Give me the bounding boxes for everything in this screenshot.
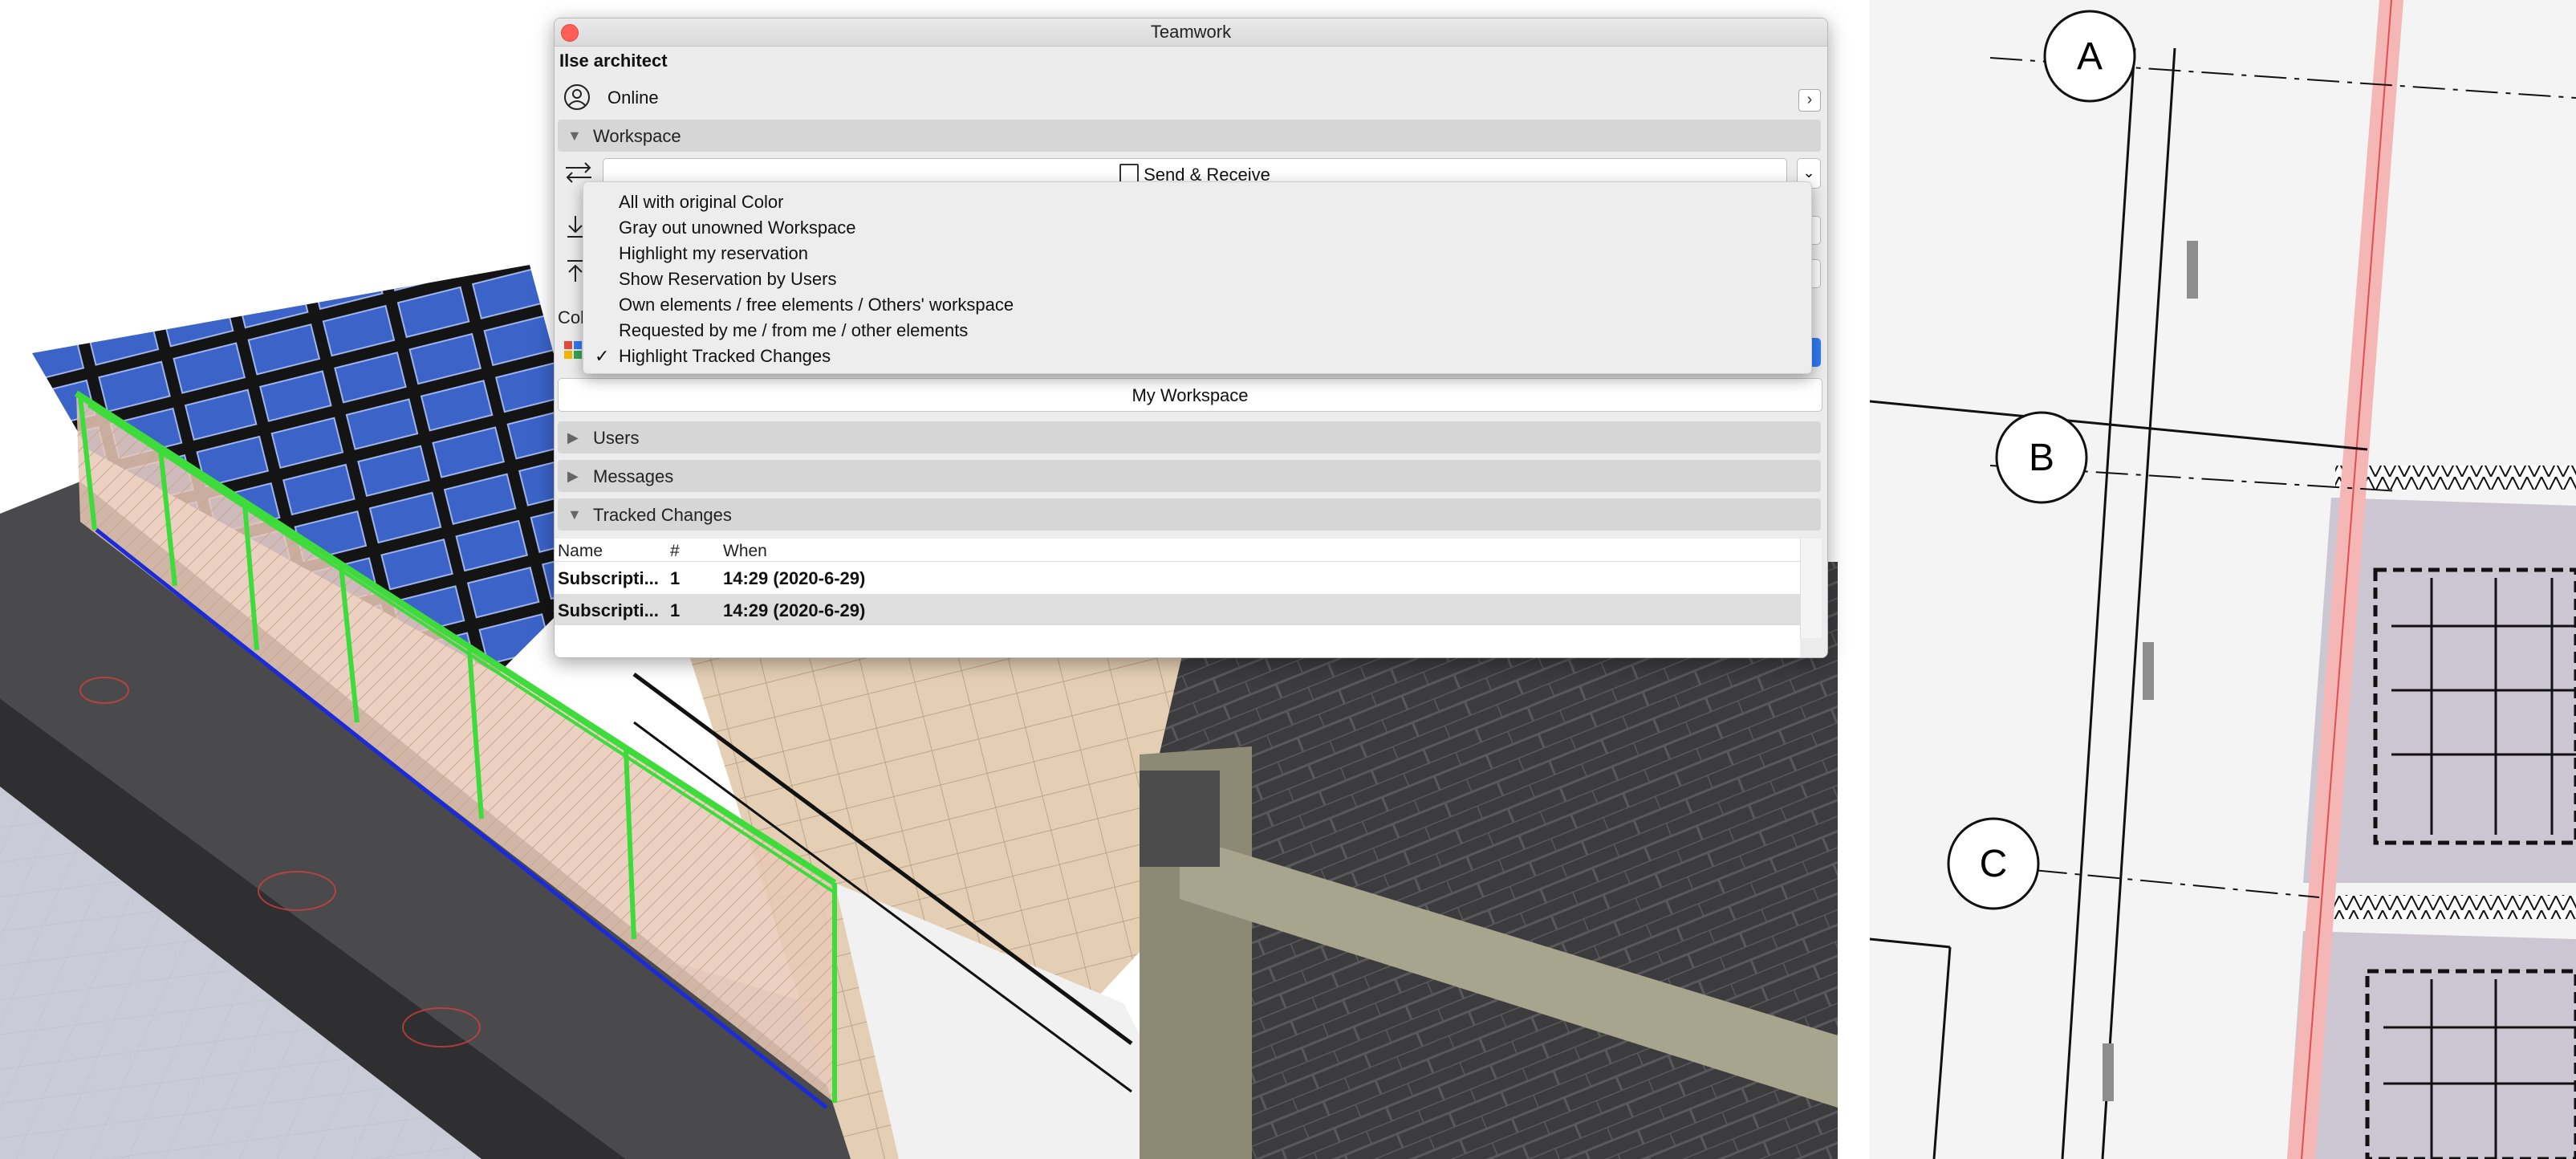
status-chevron-right-icon[interactable]: › <box>1798 89 1821 112</box>
display-options-menu: All with original Color Gray out unowned… <box>583 181 1812 374</box>
table-row[interactable]: Subscripti... 1 14:29 (2020-6-29) <box>555 594 1800 626</box>
title-bar[interactable]: Teamwork <box>555 18 1827 47</box>
section-tracked-changes-label: Tracked Changes <box>593 505 732 525</box>
save-disk-icon <box>1119 164 1140 183</box>
grid-bubble-c: C <box>1947 817 2040 910</box>
table-row[interactable]: Subscripti... 1 14:29 (2020-6-29) <box>555 562 1800 594</box>
section-messages[interactable]: ▶ Messages <box>558 460 1821 492</box>
menu-item-requested[interactable]: Requested by me / from me / other elemen… <box>583 317 1811 343</box>
color-label: Col <box>558 307 585 327</box>
menu-item-own-free-others[interactable]: Own elements / free elements / Others' w… <box>583 291 1811 317</box>
status-row: Online › <box>555 79 1827 116</box>
my-workspace-button[interactable]: My Workspace <box>558 378 1822 412</box>
view-divider <box>1838 0 1870 1159</box>
floor-plan-viewport[interactable]: A B C <box>1870 0 2576 1159</box>
my-workspace-label: My Workspace <box>1132 385 1249 405</box>
section-users-label: Users <box>593 428 640 448</box>
table-empty-area <box>555 625 1800 657</box>
disclosure-closed-icon[interactable]: ▶ <box>567 429 579 446</box>
grid-bubble-b: B <box>1995 411 2088 504</box>
svg-text:C: C <box>1980 843 2008 885</box>
menu-item-all-original-color[interactable]: All with original Color <box>583 189 1811 214</box>
column-name[interactable]: Name <box>558 542 603 561</box>
user-name: Ilse architect <box>559 51 668 71</box>
menu-item-gray-out-unowned[interactable]: Gray out unowned Workspace <box>583 214 1811 240</box>
user-online-icon <box>564 84 590 110</box>
menu-item-highlight-reservation[interactable]: Highlight my reservation <box>583 240 1811 266</box>
menu-item-highlight-tracked-changes[interactable]: ✓ Highlight Tracked Changes <box>583 343 1811 368</box>
color-mode-icon <box>564 341 582 359</box>
tracked-changes-header: Name # When <box>555 539 1800 562</box>
status-label[interactable]: Online <box>607 87 659 108</box>
section-messages-label: Messages <box>593 466 674 486</box>
disclosure-closed-icon[interactable]: ▶ <box>567 468 579 485</box>
checkmark-icon: ✓ <box>595 346 610 366</box>
disclosure-open-icon[interactable]: ▼ <box>567 128 582 144</box>
menu-item-reservation-by-users[interactable]: Show Reservation by Users <box>583 266 1811 291</box>
svg-text:A: A <box>2077 35 2103 78</box>
section-workspace[interactable]: ▼ Workspace <box>558 120 1821 152</box>
svg-text:B: B <box>2029 437 2054 479</box>
column-when[interactable]: When <box>723 542 767 561</box>
section-workspace-label: Workspace <box>593 126 681 146</box>
section-users[interactable]: ▶ Users <box>558 421 1821 453</box>
section-tracked-changes[interactable]: ▼ Tracked Changes <box>558 498 1821 531</box>
disclosure-open-icon[interactable]: ▼ <box>567 506 582 523</box>
column-count[interactable]: # <box>670 542 680 561</box>
grid-bubble-a: A <box>2043 10 2136 103</box>
window-title: Teamwork <box>1150 22 1232 42</box>
table-scrollbar[interactable] <box>1800 539 1822 638</box>
